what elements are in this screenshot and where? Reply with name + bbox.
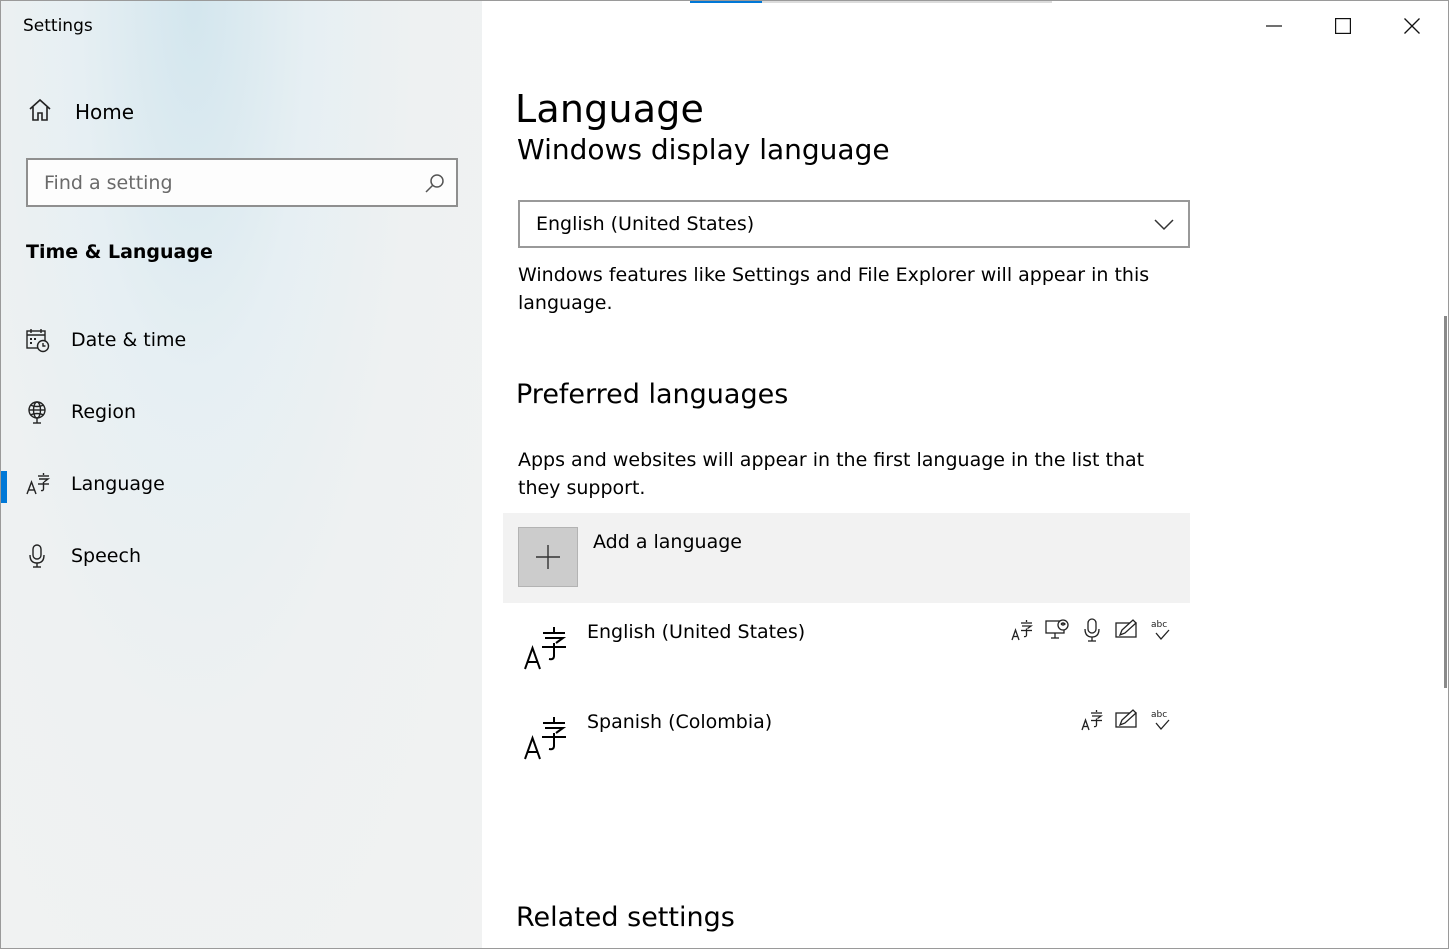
search-input[interactable] [28,160,408,205]
related-settings-heading: Related settings [516,902,735,933]
app-title: Settings [23,16,93,36]
language-name: Spanish (Colombia) [587,711,773,733]
sidebar-item-label: Language [71,473,165,495]
microphone-icon [25,543,51,569]
language-name: English (United States) [587,621,806,643]
sidebar: Settings Home Time & Language [1,1,482,948]
speech-recognition-icon [1079,617,1104,643]
section-title: Time & Language [26,241,213,263]
svg-text:abc: abc [1151,620,1167,630]
display-language-heading-wrapper: Windows display language [517,129,1117,166]
language-pack-icon [1009,617,1034,643]
sidebar-item-label: Region [71,401,137,423]
handwriting-icon [1114,617,1139,643]
language-row-english[interactable]: English (United States) abc [503,603,1190,693]
search-icon[interactable] [424,172,446,198]
sidebar-item-region[interactable]: Region [1,384,482,440]
maximize-icon [1335,18,1351,34]
home-icon [27,97,53,127]
language-icon [523,715,567,765]
close-icon [1404,18,1420,34]
sidebar-item-speech[interactable]: Speech [1,528,482,584]
spell-check-icon: abc [1149,707,1174,733]
language-features: abc [1009,617,1174,643]
close-button[interactable] [1378,1,1446,51]
home-nav-item[interactable]: Home [27,95,134,129]
display-language-heading: Windows display language [517,133,890,166]
plus-icon [518,527,578,587]
preferred-languages-description: Apps and websites will appear in the fir… [518,449,1145,499]
language-icon [523,625,567,675]
progress-indicator [690,1,762,3]
dropdown-selected-value: English (United States) [536,213,755,235]
minimize-button[interactable] [1240,1,1308,51]
display-language-dropdown[interactable]: English (United States) [518,200,1190,248]
add-language-label: Add a language [593,531,742,553]
svg-text:abc: abc [1151,710,1167,720]
progress-track [762,1,1052,3]
settings-window: Settings Home Time & Language [0,0,1449,949]
globe-icon [25,399,51,425]
handwriting-icon [1114,707,1139,733]
home-label: Home [75,100,135,124]
display-language-description: Windows features like Settings and File … [518,264,1150,314]
language-pack-icon [1079,707,1104,733]
spell-check-icon: abc [1149,617,1174,643]
scrollbar[interactable] [1444,316,1447,688]
sidebar-item-language[interactable]: Language [1,456,482,512]
sidebar-item-label: Date & time [71,329,187,351]
maximize-button[interactable] [1309,1,1377,51]
calendar-clock-icon [25,327,51,353]
language-features: abc [1079,707,1174,733]
search-box[interactable] [26,158,458,207]
language-row-spanish[interactable]: Spanish (Colombia) abc [503,693,1190,783]
add-language-button[interactable]: Add a language [503,513,1190,603]
minimize-icon [1266,25,1282,27]
sidebar-item-label: Speech [71,545,141,567]
text-to-speech-icon [1044,617,1069,643]
page-title: Language [515,87,705,131]
language-icon [25,471,51,497]
preferred-languages-heading: Preferred languages [516,379,789,410]
sidebar-item-date-time[interactable]: Date & time [1,312,482,368]
main-content: Language Windows display language Englis… [482,1,1448,948]
chevron-down-icon [1154,215,1174,237]
